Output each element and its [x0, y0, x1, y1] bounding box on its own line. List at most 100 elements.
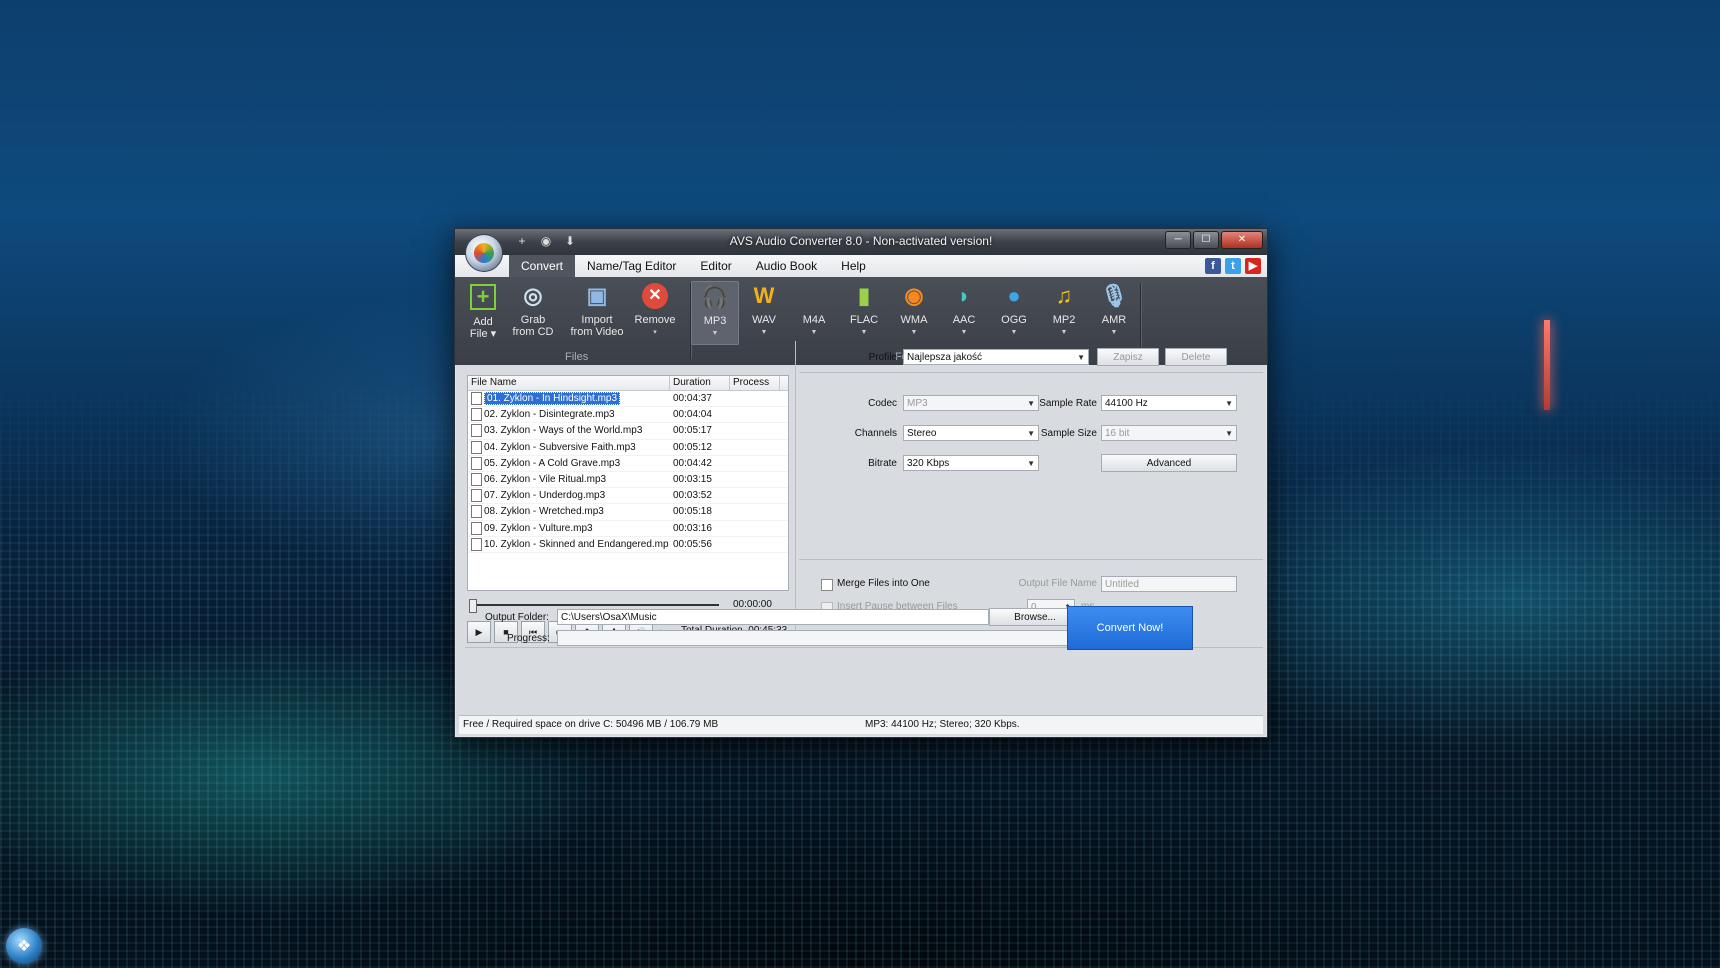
close-button[interactable]: ✕ — [1221, 231, 1263, 249]
duration-cell: 00:03:16 — [673, 522, 712, 534]
maximize-button[interactable]: ☐ — [1193, 231, 1219, 249]
table-row[interactable]: 10. Zyklon - Skinned and Endangered.mp3 0… — [468, 537, 788, 553]
codec-value: MP3 — [907, 398, 928, 409]
chevron-down-icon[interactable]: ▼ — [811, 327, 818, 339]
file-name: 02. Zyklon - Disintegrate.mp3 — [484, 409, 615, 421]
file-name: 04. Zyklon - Subversive Faith.mp3 — [484, 441, 636, 453]
format-ogg-button[interactable]: ● OGG ▼ — [991, 281, 1037, 343]
format-aac-icon: ◗ — [957, 283, 971, 308]
grab-from-cd-button[interactable]: ◎ Grab from CD — [510, 281, 556, 339]
table-row[interactable]: 01. Zyklon - In Hindsight.mp3 00:04:37 — [468, 391, 788, 408]
status-bar: Free / Required space on drive C: 50496 … — [459, 715, 1263, 734]
bitrate-select[interactable]: 320 Kbps ▼ — [903, 455, 1039, 471]
format-mp2-button[interactable]: ♫ MP2 ▼ — [1041, 281, 1087, 343]
tab-convert[interactable]: Convert — [509, 255, 576, 277]
minimize-button[interactable]: ─ — [1165, 231, 1191, 249]
file-icon — [471, 521, 482, 535]
file-list[interactable]: File Name Duration Process 01. Zyklon - … — [467, 375, 789, 591]
format-label: AMR — [1101, 314, 1127, 326]
chevron-down-icon[interactable]: ▼ — [911, 327, 918, 339]
table-row[interactable]: 06. Zyklon - Vile Ritual.mp3 00:03:15 — [468, 472, 788, 489]
table-row[interactable]: 04. Zyklon - Subversive Faith.mp3 00:05:1… — [468, 440, 788, 456]
facebook-icon[interactable]: f — [1205, 258, 1221, 274]
format-label: AAC — [952, 314, 976, 326]
output-file-name-field[interactable]: Untitled — [1101, 576, 1237, 592]
tab-editor[interactable]: Editor — [688, 255, 743, 277]
youtube-icon[interactable]: ▶ — [1245, 258, 1261, 274]
chevron-down-icon[interactable]: ▼ — [1011, 327, 1018, 339]
chevron-down-icon[interactable]: ▼ — [1061, 327, 1068, 339]
format-m4a-button[interactable]: M4A ▼ — [791, 281, 837, 343]
format-m4a-icon — [799, 281, 829, 311]
advanced-button[interactable]: Advanced — [1101, 454, 1237, 472]
files-group-label: Files — [565, 351, 589, 363]
merge-files-label: Merge Files into One — [837, 578, 930, 589]
format-amr-icon: 🎙 — [1100, 283, 1128, 308]
delete-profile-button[interactable]: Delete — [1165, 348, 1227, 366]
chevron-down-icon[interactable]: ▼ — [712, 328, 719, 340]
save-profile-button[interactable]: Zapisz — [1097, 348, 1159, 366]
profile-select[interactable]: Najlepsza jakość ▼ — [903, 349, 1089, 365]
file-name: 08. Zyklon - Wretched.mp3 — [484, 506, 604, 518]
chevron-down-icon[interactable]: ▼ — [761, 327, 768, 339]
duration-cell: 00:05:12 — [673, 441, 712, 453]
channels-select[interactable]: Stereo ▼ — [903, 425, 1039, 441]
sample-rate-select[interactable]: 44100 Hz ▼ — [1101, 395, 1237, 411]
twitter-icon[interactable]: t — [1225, 258, 1241, 274]
table-row[interactable]: 08. Zyklon - Wretched.mp3 00:05:18 — [468, 504, 788, 521]
duration-cell: 00:03:52 — [673, 490, 712, 502]
play-icon[interactable]: ▶ — [467, 621, 491, 643]
sample-size-select[interactable]: 16 bit ▼ — [1101, 425, 1237, 441]
file-name-cell: 10. Zyklon - Skinned and Endangered.mp3 — [468, 537, 669, 551]
codec-select[interactable]: MP3 ▼ — [903, 395, 1039, 411]
table-row[interactable]: 02. Zyklon - Disintegrate.mp3 00:04:04 — [468, 407, 788, 424]
chevron-down-icon[interactable]: ▼ — [861, 327, 868, 339]
tab-audio-book[interactable]: Audio Book — [744, 255, 829, 277]
title-bar[interactable]: + ◉ ⬇ AVS Audio Converter 8.0 - Non-acti… — [455, 229, 1267, 255]
tab-name-tag-editor[interactable]: Name/Tag Editor — [575, 255, 688, 277]
add-file-button[interactable]: + Add File ▾ — [467, 281, 499, 340]
file-name: 09. Zyklon - Vulture.mp3 — [484, 522, 593, 534]
tokyo-tower — [1544, 320, 1550, 410]
col-process[interactable]: Process — [730, 376, 780, 390]
sample-size-label: Sample Size — [1040, 428, 1097, 439]
format-amr-button[interactable]: 🎙 AMR ▼ — [1091, 281, 1137, 343]
table-row[interactable]: 07. Zyklon - Underdog.mp3 00:03:52 — [468, 488, 788, 505]
channels-value: Stereo — [907, 428, 937, 439]
chevron-down-icon: ▼ — [1027, 399, 1035, 408]
seek-knob[interactable] — [469, 599, 477, 613]
format-aac-button[interactable]: ◗ AAC ▼ — [941, 281, 987, 343]
duration-cell: 00:04:42 — [673, 457, 712, 469]
remove-icon: ✕ — [642, 283, 668, 309]
format-flac-button[interactable]: ▮ FLAC ▼ — [841, 281, 887, 343]
format-mp2-icon: ♫ — [1055, 283, 1073, 308]
file-name-cell: 03. Zyklon - Ways of the World.mp3 — [468, 424, 669, 438]
format-wav-button[interactable]: W WAV ▼ — [741, 281, 787, 343]
format-mp3-button[interactable]: 🎧 MP3 ▼ — [691, 281, 739, 345]
merge-files-checkbox[interactable] — [821, 579, 833, 591]
chevron-down-icon[interactable]: ▼ — [961, 327, 968, 339]
progress-bar — [557, 630, 1081, 646]
col-duration[interactable]: Duration — [670, 376, 730, 390]
file-icon — [471, 456, 482, 470]
remove-button[interactable]: ✕ Remove ▾ — [633, 281, 677, 339]
tab-help[interactable]: Help — [829, 255, 878, 277]
table-row[interactable]: 09. Zyklon - Vulture.mp3 00:03:16 — [468, 521, 788, 537]
table-row[interactable]: 05. Zyklon - A Cold Grave.mp3 00:04:42 — [468, 456, 788, 472]
start-button-icon[interactable]: ❖ — [6, 928, 42, 964]
add-file-label-2: File ▾ — [469, 328, 497, 340]
format-label: MP3 — [703, 315, 727, 327]
col-file-name[interactable]: File Name — [468, 376, 670, 390]
file-name-cell: 07. Zyklon - Underdog.mp3 — [468, 489, 669, 503]
table-row[interactable]: 03. Zyklon - Ways of the World.mp3 00:05:… — [468, 423, 788, 440]
duration-cell: 00:03:15 — [673, 474, 712, 486]
import-from-video-button[interactable]: ▣ Import from Video — [567, 281, 627, 339]
chevron-down-icon[interactable]: ▼ — [1111, 327, 1118, 339]
format-wma-button[interactable]: ◉ WMA ▼ — [891, 281, 937, 343]
file-name: 03. Zyklon - Ways of the World.mp3 — [484, 425, 643, 437]
app-orb-icon[interactable] — [465, 234, 503, 272]
output-folder-field[interactable]: C:\Users\OsaX\Music — [557, 609, 989, 625]
file-name: 01. Zyklon - In Hindsight.mp3 — [484, 392, 621, 406]
seek-bar[interactable] — [469, 599, 719, 613]
convert-now-button[interactable]: Convert Now! — [1067, 606, 1193, 650]
